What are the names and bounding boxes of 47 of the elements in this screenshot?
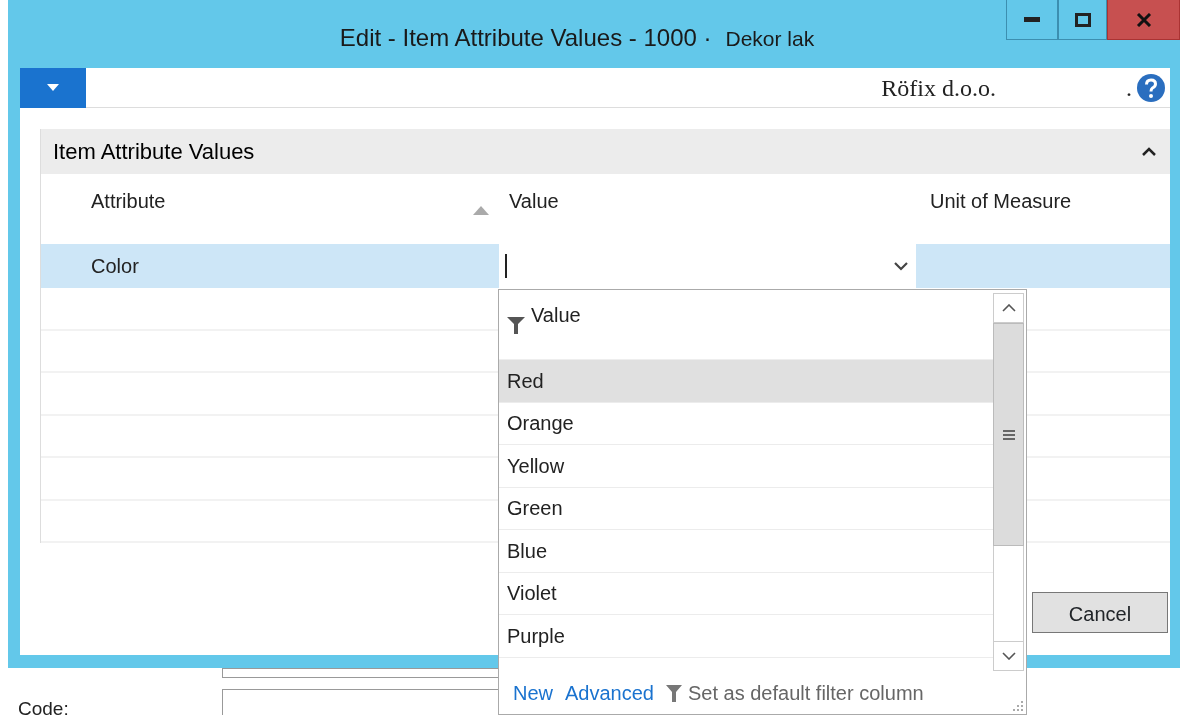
scroll-up-button[interactable] bbox=[993, 293, 1024, 323]
list-item[interactable]: Orange bbox=[499, 402, 993, 445]
input-field[interactable] bbox=[222, 668, 500, 678]
grip-icon bbox=[1002, 428, 1015, 441]
input-field[interactable] bbox=[222, 689, 500, 715]
text-cursor bbox=[505, 254, 507, 278]
scroll-down-button[interactable] bbox=[993, 641, 1024, 671]
column-header[interactable]: Value bbox=[499, 174, 916, 244]
sort-ascending-icon bbox=[473, 206, 489, 215]
maximize-icon bbox=[1074, 12, 1091, 27]
chevron-down-icon bbox=[1001, 652, 1016, 660]
chevron-down-icon bbox=[894, 261, 908, 271]
window-subtitle: Dekor lak bbox=[725, 26, 815, 52]
cancel-button[interactable]: Cancel bbox=[1032, 592, 1168, 633]
close-icon bbox=[1135, 12, 1152, 27]
caret-down-icon bbox=[47, 84, 59, 91]
window-title: Edit - Item Attribute Values - 1000 · bbox=[339, 23, 712, 53]
company-suffix: . bbox=[1126, 73, 1132, 103]
filter-icon[interactable] bbox=[507, 314, 525, 334]
list-item[interactable]: Red bbox=[499, 360, 993, 403]
column-header[interactable]: Unit of Measure bbox=[916, 174, 1170, 244]
column-header[interactable]: Value bbox=[531, 300, 581, 330]
link[interactable]: Advanced bbox=[565, 677, 654, 708]
maximize-button[interactable] bbox=[1058, 0, 1107, 40]
list-item[interactable]: Purple bbox=[499, 615, 993, 658]
filter-icon bbox=[666, 683, 682, 702]
table-row-selected[interactable]: Color bbox=[41, 244, 1170, 288]
column-header[interactable]: Attribute bbox=[41, 174, 499, 244]
value-input-field[interactable] bbox=[499, 244, 916, 288]
group-header[interactable]: Item Attribute Values bbox=[41, 129, 1170, 174]
minimize-icon bbox=[1024, 16, 1040, 23]
list-item[interactable]: Blue bbox=[499, 530, 993, 573]
list-item[interactable]: Violet bbox=[499, 572, 993, 615]
scrollbar-thumb[interactable] bbox=[993, 323, 1024, 546]
link[interactable]: New bbox=[513, 677, 553, 708]
resize-grip-icon[interactable] bbox=[1013, 701, 1023, 711]
menu-dropdown-button[interactable] bbox=[20, 67, 86, 108]
list-item[interactable]: Green bbox=[499, 487, 993, 530]
company-name: Röfix d.o.o. bbox=[881, 73, 996, 103]
list-item[interactable]: Yellow bbox=[499, 445, 993, 488]
table-cell-text: Color bbox=[91, 254, 139, 279]
close-button[interactable] bbox=[1107, 0, 1180, 40]
field-label: Code: bbox=[17, 697, 70, 715]
minimize-button[interactable] bbox=[1006, 0, 1058, 40]
help-icon[interactable] bbox=[1136, 72, 1166, 103]
chevron-up-icon bbox=[1001, 304, 1016, 312]
hint-text: Set as default filter column bbox=[688, 680, 924, 706]
